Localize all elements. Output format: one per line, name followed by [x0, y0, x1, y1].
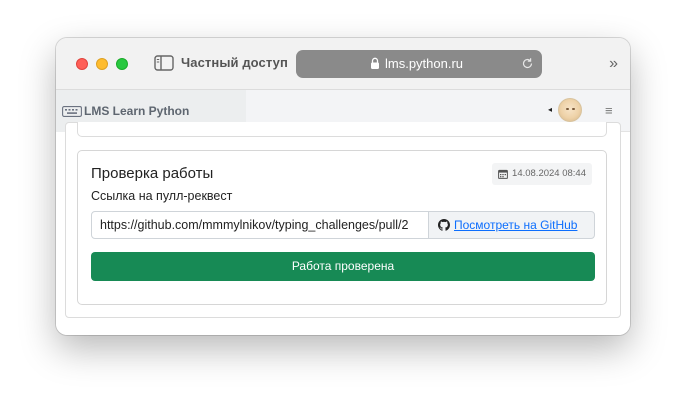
date-badge: 14.08.2024 08:44 — [492, 163, 592, 185]
zoom-window-button[interactable] — [116, 58, 128, 70]
hamburger-menu-icon[interactable]: ≡ — [605, 103, 613, 118]
tab-title: LMS Learn Python — [84, 104, 190, 118]
title-bar: Частный доступ lms.python.ru » — [56, 38, 630, 90]
avatar[interactable] — [558, 98, 582, 122]
previous-card — [77, 122, 607, 137]
private-browsing-label: Частный доступ — [181, 55, 288, 70]
github-icon — [438, 219, 450, 231]
keyboard-icon — [62, 106, 82, 117]
chevron-double-right-icon[interactable]: » — [609, 55, 618, 73]
caret-left-icon[interactable]: ◂ — [548, 105, 552, 114]
review-card-title: Проверка работы — [91, 165, 214, 182]
work-checked-button[interactable]: Работа проверена — [91, 252, 595, 281]
close-window-button[interactable] — [76, 58, 88, 70]
github-addon[interactable]: Посмотреть на GitHub — [428, 211, 595, 239]
sidebar-icon[interactable] — [154, 55, 174, 71]
browser-window: Частный доступ lms.python.ru » LMS Learn… — [56, 38, 630, 335]
pr-url-input[interactable] — [91, 211, 429, 239]
review-date: 14.08.2024 08:44 — [512, 168, 586, 179]
calendar-icon — [498, 169, 508, 179]
pr-link-label: Ссылка на пулл-реквест — [91, 189, 233, 203]
address-url: lms.python.ru — [385, 56, 464, 71]
lock-icon — [371, 57, 379, 69]
review-card: Проверка работы 14.08.2024 08:44 Ссылка … — [77, 150, 607, 305]
address-bar[interactable]: lms.python.ru — [296, 50, 542, 78]
github-link[interactable]: Посмотреть на GitHub — [454, 218, 577, 232]
page-content: Проверка работы 14.08.2024 08:44 Ссылка … — [56, 122, 630, 335]
reload-icon[interactable] — [521, 57, 534, 70]
minimize-window-button[interactable] — [96, 58, 108, 70]
pr-link-group: Посмотреть на GitHub — [91, 211, 595, 239]
